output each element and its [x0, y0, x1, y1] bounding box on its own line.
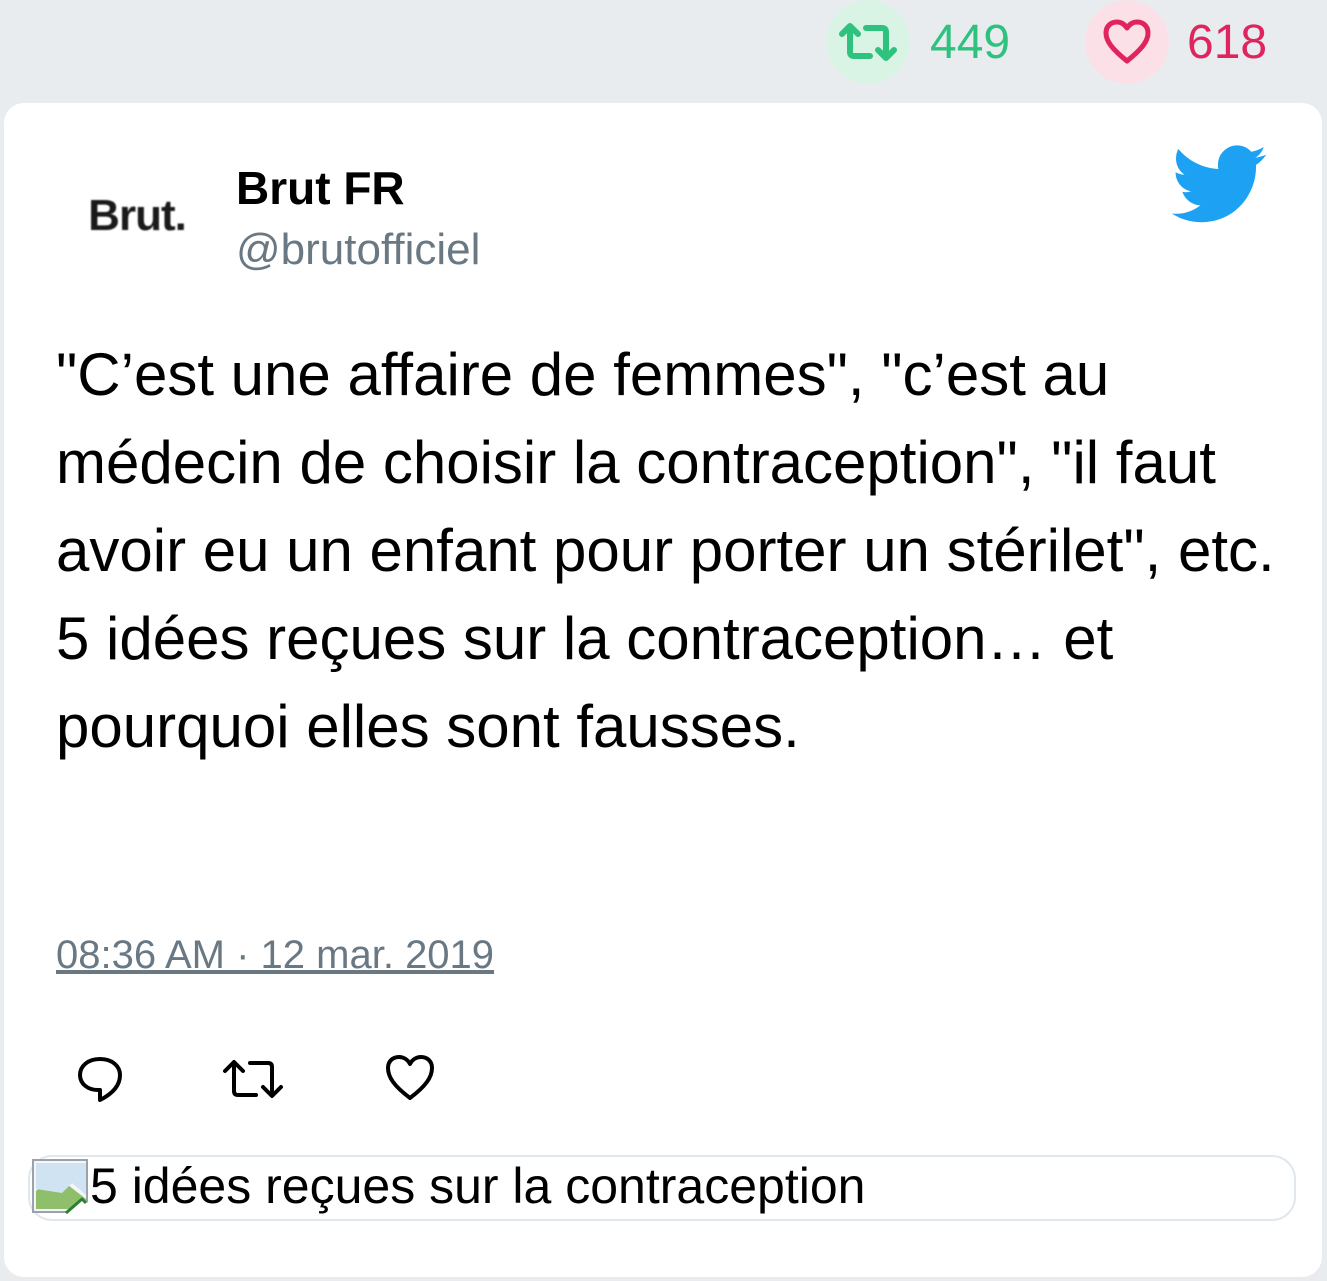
twitter-bird-icon[interactable] [1172, 145, 1268, 225]
media-alt-text: 5 idées reçues sur la contraception [90, 1158, 866, 1214]
heart-icon [1103, 19, 1151, 64]
engagement-bar: 449 618 [0, 0, 1327, 100]
like-button[interactable] [384, 1053, 436, 1108]
reply-button[interactable] [74, 1053, 126, 1110]
author-handle[interactable]: @brutofficiel [236, 225, 480, 275]
broken-image-icon [32, 1159, 90, 1215]
retweet-stat[interactable]: 449 [826, 0, 1010, 84]
avatar[interactable]: Brut. [62, 171, 212, 261]
like-stat[interactable]: 618 [1085, 0, 1267, 84]
avatar-logo-text: Brut. [88, 191, 187, 240]
like-count: 618 [1187, 15, 1268, 69]
heart-icon [386, 1055, 434, 1100]
retweet-count: 449 [930, 15, 1011, 69]
retweet-button[interactable] [220, 1053, 286, 1110]
reply-icon [78, 1057, 122, 1102]
like-badge[interactable] [1085, 0, 1169, 84]
retweet-icon [223, 1060, 283, 1098]
retweet-icon [839, 23, 897, 61]
retweet-badge[interactable] [826, 0, 910, 84]
author-name[interactable]: Brut FR [236, 161, 405, 215]
tweet-text: "C’est une affaire de femmes", "c’est au… [56, 341, 1275, 760]
tweet-timestamp-link[interactable]: 08:36 AM · 12 mar. 2019 [56, 933, 494, 978]
tweet-card: Brut. Brut FR @brutofficiel "C’est une a… [4, 103, 1322, 1277]
media-card[interactable]: 5 idées reçues sur la contraception [28, 1155, 1296, 1221]
